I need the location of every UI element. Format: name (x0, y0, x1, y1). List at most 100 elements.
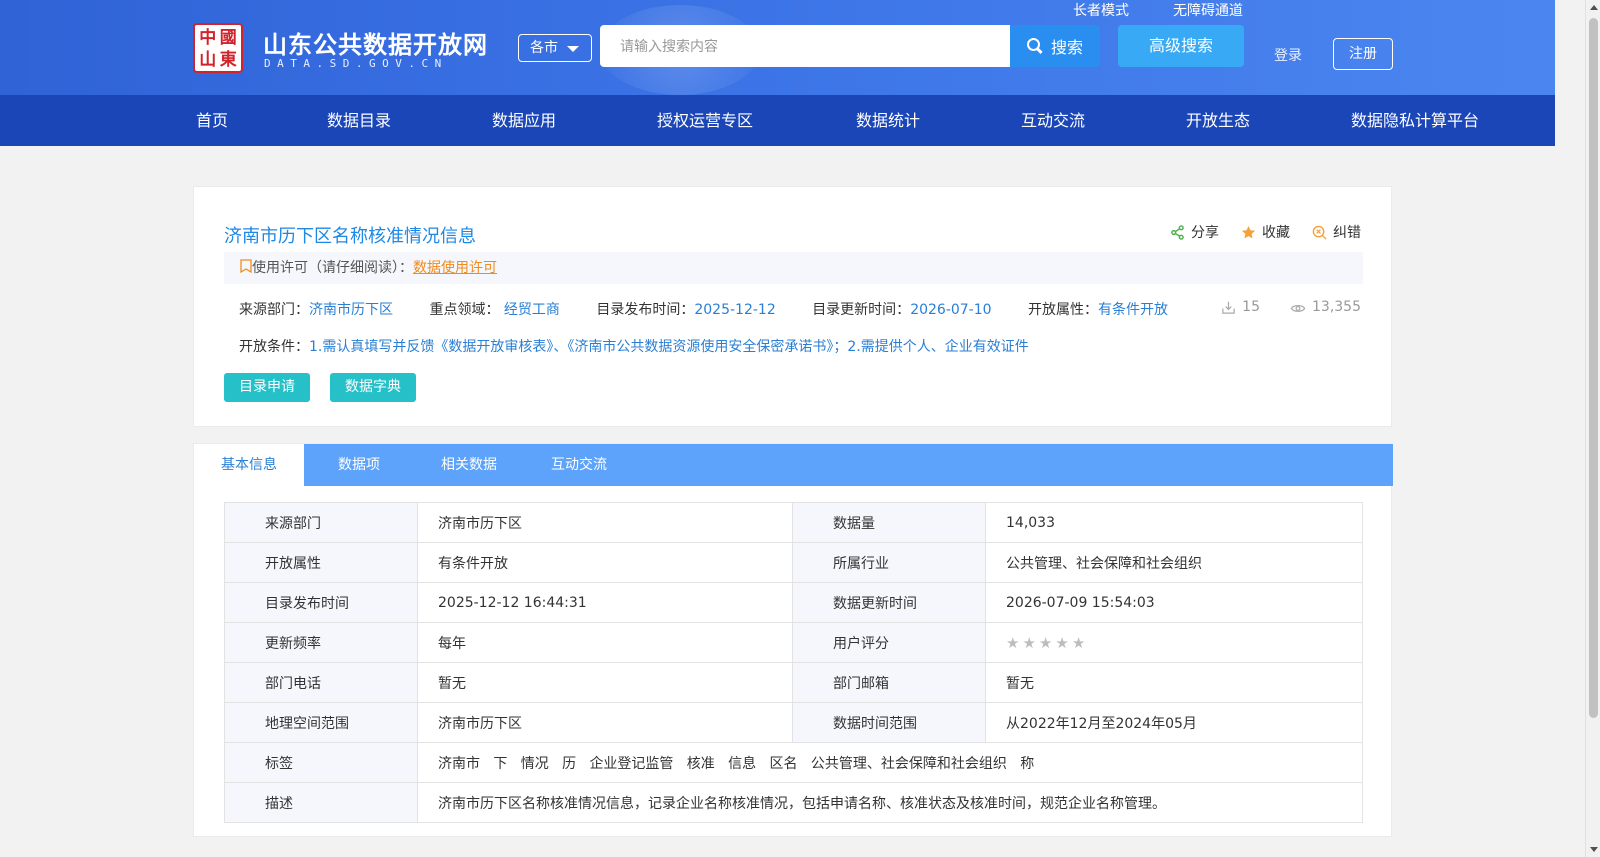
star-icon[interactable]: ★ (1055, 634, 1068, 652)
field-value: 暂无 (985, 662, 1363, 703)
tag[interactable]: 企业登记监管 (589, 756, 673, 772)
elder-mode-link[interactable]: 长者模式 (1073, 0, 1129, 20)
download-count-value: 15 (1242, 299, 1260, 315)
table-row: 来源部门 济南市历下区 数据量 14,033 (224, 502, 1363, 543)
star-icon[interactable]: ★ (1072, 634, 1085, 652)
seal-char: 國 (219, 28, 237, 48)
meta-update: 目录更新时间：2026-07-10 (812, 299, 991, 319)
field-value: 每年 (417, 622, 793, 663)
scroll-up-icon[interactable] (1590, 5, 1598, 10)
scroll-down-icon[interactable] (1590, 847, 1598, 852)
license-label: 使用许可（请仔细阅读）： (252, 260, 413, 276)
star-icon (1241, 225, 1256, 238)
user-rating[interactable]: ★ ★ ★ ★ ★ (985, 622, 1363, 663)
view-count: 13,355 (1290, 299, 1361, 315)
star-icon[interactable]: ★ (1022, 634, 1035, 652)
conditions-value: 1.需认真填写并反馈《数据开放审核表》、《济南市公共数据资源使用安全保密承诺书》… (309, 339, 1029, 355)
license-bar: 使用许可（请仔细阅读）：数据使用许可 (224, 252, 1363, 284)
error-correction-icon (1312, 225, 1327, 240)
tag[interactable]: 称 (1020, 756, 1034, 772)
table-row: 描述 济南市历下区名称核准情况信息，记录企业名称核准情况，包括申请名称、核准状态… (224, 782, 1363, 823)
nav-item-ecosystem[interactable]: 开放生态 (1186, 95, 1250, 146)
tab-interaction[interactable]: 互动交流 (524, 444, 634, 486)
data-dictionary-button[interactable]: 数据字典 (330, 373, 416, 402)
field-value: 2025-12-12 16:44:31 (417, 582, 793, 623)
field-label: 数据量 (792, 502, 986, 543)
page-scrollbar[interactable] (1585, 0, 1600, 857)
tag[interactable]: 公共管理、社会保障和社会组织 (811, 756, 1007, 772)
site-domain: DATA.SD.GOV.CN (264, 57, 448, 70)
share-label: 分享 (1191, 225, 1219, 241)
site-name[interactable]: 山东公共数据开放网 (263, 25, 488, 60)
description-value: 济南市历下区名称核准情况信息，记录企业名称核准情况，包括申请名称、核准状态及核准… (417, 782, 1363, 823)
register-button[interactable]: 注册 (1333, 38, 1393, 70)
field-label: 部门电话 (224, 662, 418, 703)
field-label: 用户评分 (792, 622, 986, 663)
nav-item-catalog[interactable]: 数据目录 (327, 95, 391, 146)
bookmark-icon (240, 259, 252, 274)
main-nav: 首页 数据目录 数据应用 授权运营专区 数据统计 互动交流 开放生态 数据隐私计… (0, 95, 1555, 146)
tag[interactable]: 历 (562, 756, 576, 772)
advanced-search-button[interactable]: 高级搜索 (1118, 25, 1244, 67)
meta-publish: 目录发布时间：2025-12-12 (596, 299, 775, 319)
nav-item-home[interactable]: 首页 (196, 95, 228, 146)
table-row: 目录发布时间 2025-12-12 16:44:31 数据更新时间 2026-0… (224, 582, 1363, 623)
license-link[interactable]: 数据使用许可 (413, 260, 497, 276)
seal-char: 中 (199, 28, 217, 48)
tag[interactable]: 核准 (687, 756, 715, 772)
field-label: 地理空间范围 (224, 702, 418, 743)
seal-char: 東 (219, 50, 237, 70)
site-header: 中 國 山 東 山东公共数据开放网 DATA.SD.GOV.CN 各市 搜索 高… (0, 0, 1555, 95)
star-icon[interactable]: ★ (1006, 634, 1019, 652)
city-select[interactable]: 各市 (518, 34, 592, 62)
field-label: 描述 (224, 782, 418, 823)
search-button[interactable]: 搜索 (1010, 25, 1100, 67)
nav-item-apps[interactable]: 数据应用 (492, 95, 556, 146)
catalog-apply-button[interactable]: 目录申请 (224, 373, 310, 402)
dataset-detail-panel: 基本信息 数据项 相关数据 互动交流 来源部门 济南市历下区 数据量 14,03… (193, 443, 1393, 837)
conditions-label: 开放条件： (239, 339, 309, 355)
tag[interactable]: 区名 (770, 756, 798, 772)
view-count-value: 13,355 (1312, 299, 1361, 315)
meta-update-label: 目录更新时间： (812, 302, 911, 318)
tab-related-data[interactable]: 相关数据 (414, 444, 524, 486)
tag[interactable]: 济南市 (438, 756, 480, 772)
login-link[interactable]: 登录 (1274, 45, 1302, 65)
city-select-label: 各市 (530, 40, 558, 56)
tab-basic-info[interactable]: 基本信息 (194, 444, 304, 486)
logo-seal[interactable]: 中 國 山 東 (193, 23, 243, 73)
detail-tabs: 基本信息 数据项 相关数据 互动交流 (194, 444, 1393, 486)
star-icon[interactable]: ★ (1039, 634, 1052, 652)
field-label: 数据更新时间 (792, 582, 986, 623)
table-row: 开放属性 有条件开放 所属行业 公共管理、社会保障和社会组织 (224, 542, 1363, 583)
field-value: 济南市历下区 (417, 702, 793, 743)
dataset-summary-card: 济南市历下区名称核准情况信息 分享 收藏 纠错 使用许可（请仔细阅读）：数据使用… (193, 186, 1392, 427)
tab-data-items[interactable]: 数据项 (304, 444, 414, 486)
tag[interactable]: 情况 (521, 756, 549, 772)
field-value: 济南市历下区 (417, 502, 793, 543)
dataset-stats: 15 13,355 (1221, 299, 1361, 315)
meta-domain-value[interactable]: 经贸工商 (504, 302, 560, 318)
tag[interactable]: 下 (493, 756, 507, 772)
nav-item-privacy-computing[interactable]: 数据隐私计算平台 (1351, 95, 1479, 146)
meta-update-value: 2026-07-10 (910, 302, 992, 318)
field-value: 暂无 (417, 662, 793, 703)
report-error-button[interactable]: 纠错 (1312, 222, 1361, 242)
nav-item-statistics[interactable]: 数据统计 (856, 95, 920, 146)
field-label: 部门邮箱 (792, 662, 986, 703)
meta-source-value[interactable]: 济南市历下区 (309, 302, 393, 318)
meta-open-label: 开放属性： (1028, 302, 1099, 318)
seal-char: 山 (199, 50, 217, 70)
download-count: 15 (1221, 299, 1260, 315)
nav-item-authorized-ops[interactable]: 授权运营专区 (657, 95, 753, 146)
favorite-button[interactable]: 收藏 (1241, 222, 1290, 242)
rating-stars[interactable]: ★ ★ ★ ★ ★ (1006, 634, 1085, 652)
share-button[interactable]: 分享 (1170, 222, 1219, 242)
search-input[interactable] (600, 25, 1010, 67)
eye-icon (1290, 304, 1306, 312)
field-label: 所属行业 (792, 542, 986, 583)
accessibility-link[interactable]: 无障碍通道 (1173, 0, 1243, 20)
tag[interactable]: 信息 (728, 756, 756, 772)
scroll-thumb[interactable] (1589, 18, 1598, 718)
nav-item-interaction[interactable]: 互动交流 (1021, 95, 1085, 146)
